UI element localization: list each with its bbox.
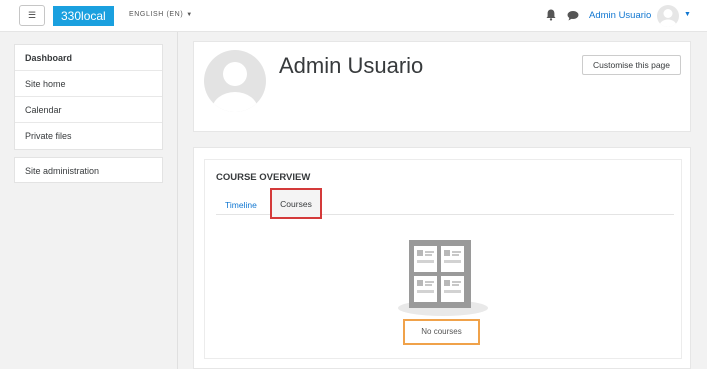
user-placeholder-icon	[212, 62, 258, 112]
language-menu[interactable]: ENGLISH (EN) ▼	[129, 11, 193, 18]
chevron-down-icon[interactable]: ▼	[684, 11, 691, 18]
chevron-down-icon: ▼	[186, 12, 193, 18]
empty-courses-illustration	[398, 240, 488, 316]
avatar	[204, 50, 266, 112]
sidebar-item-private-files[interactable]: Private files	[15, 123, 162, 149]
bell-icon[interactable]	[546, 9, 556, 21]
messages-icon[interactable]	[567, 10, 579, 21]
hamburger-menu-button[interactable]: ☰	[19, 5, 45, 26]
language-label: ENGLISH (EN)	[129, 11, 184, 18]
tab-courses[interactable]: Courses	[270, 188, 322, 219]
course-overview-block: COURSE OVERVIEW Timeline Courses No cour…	[193, 147, 691, 369]
sidebar-item-dashboard[interactable]: Dashboard	[15, 45, 162, 71]
empty-state-message: No courses	[403, 319, 480, 345]
avatar[interactable]	[657, 5, 679, 27]
block-title: COURSE OVERVIEW	[216, 172, 311, 183]
sidebar-item-site-home[interactable]: Site home	[15, 71, 162, 97]
sidebar-item-calendar[interactable]: Calendar	[15, 97, 162, 123]
tab-timeline[interactable]: Timeline	[225, 200, 257, 210]
user-placeholder-icon	[659, 9, 677, 27]
page-title: Admin Usuario	[279, 53, 424, 78]
sidebar-item-site-administration[interactable]: Site administration	[14, 157, 163, 183]
sidebar-navigation: Dashboard Site home Calendar Private fil…	[14, 44, 163, 150]
course-overview-content: COURSE OVERVIEW Timeline Courses No cour…	[204, 159, 682, 359]
top-navbar: ☰ 330local ENGLISH (EN) ▼ Admin Usuario ▼	[0, 0, 707, 32]
page-header: Admin Usuario Customise this page	[193, 41, 691, 132]
column-divider	[177, 32, 178, 369]
user-menu-name[interactable]: Admin Usuario	[589, 10, 651, 21]
site-brand-link[interactable]: 330local	[53, 6, 114, 26]
customise-page-button[interactable]: Customise this page	[582, 55, 681, 75]
